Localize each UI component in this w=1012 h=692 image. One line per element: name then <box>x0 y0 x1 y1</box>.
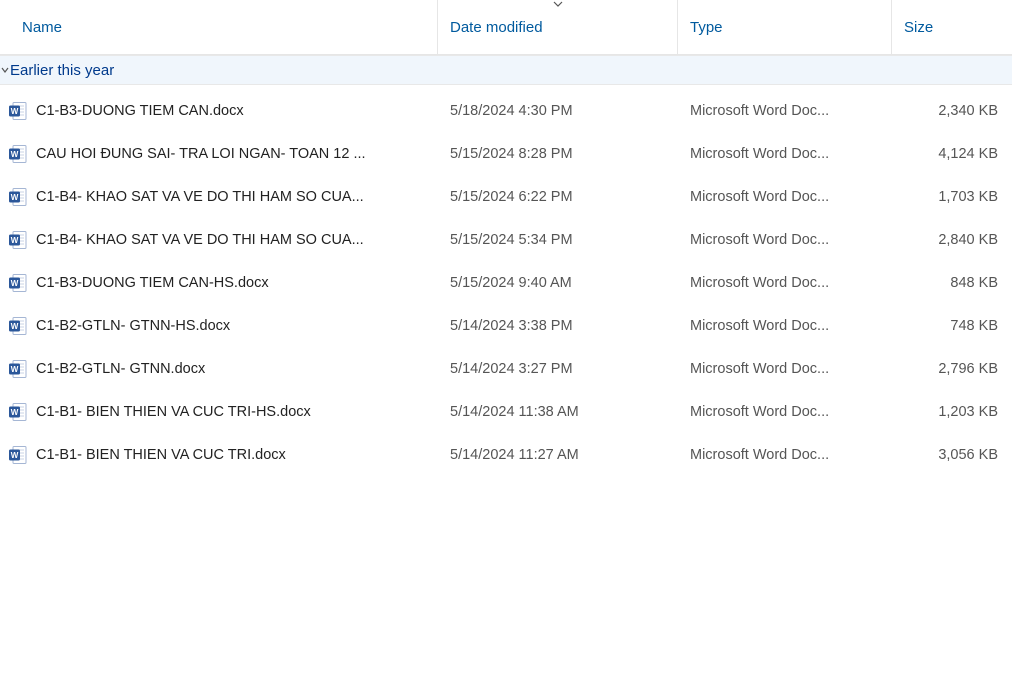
file-row[interactable]: W CAU HOI ĐUNG SAI- TRA LOI NGAN- TOAN 1… <box>0 132 1012 175</box>
file-cell-size: 748 KB <box>892 318 1012 334</box>
file-cell-size: 2,796 KB <box>892 361 1012 377</box>
svg-text:W: W <box>11 451 19 460</box>
file-name-label: C1-B2-GTLN- GTNN-HS.docx <box>36 318 230 334</box>
file-name-label: CAU HOI ĐUNG SAI- TRA LOI NGAN- TOAN 12 … <box>36 146 366 162</box>
file-cell-type: Microsoft Word Doc... <box>678 103 892 119</box>
file-cell-type: Microsoft Word Doc... <box>678 447 892 463</box>
column-header-size-label: Size <box>904 19 933 36</box>
file-cell-date: 5/14/2024 11:27 AM <box>438 447 678 463</box>
file-cell-size: 1,203 KB <box>892 404 1012 420</box>
word-document-icon: W <box>8 359 28 379</box>
column-header-name[interactable]: Name <box>0 0 438 54</box>
file-row[interactable]: W C1-B4- KHAO SAT VA VE DO THI HAM SO CU… <box>0 218 1012 261</box>
svg-text:W: W <box>11 408 19 417</box>
svg-text:W: W <box>11 236 19 245</box>
file-cell-date: 5/15/2024 5:34 PM <box>438 232 678 248</box>
file-explorer: Name Date modified Type Size Earlier thi… <box>0 0 1012 692</box>
column-header-date-label: Date modified <box>450 19 543 36</box>
column-header-date[interactable]: Date modified <box>438 0 678 54</box>
file-cell-name: W C1-B1- BIEN THIEN VA CUC TRI-HS.docx <box>0 402 438 422</box>
file-cell-size: 4,124 KB <box>892 146 1012 162</box>
file-row[interactable]: W C1-B1- BIEN THIEN VA CUC TRI.docx5/14/… <box>0 433 1012 476</box>
file-cell-type: Microsoft Word Doc... <box>678 404 892 420</box>
file-name-label: C1-B4- KHAO SAT VA VE DO THI HAM SO CUA.… <box>36 189 364 205</box>
column-header-type-label: Type <box>690 19 723 36</box>
svg-text:W: W <box>11 322 19 331</box>
file-cell-type: Microsoft Word Doc... <box>678 275 892 291</box>
word-document-icon: W <box>8 144 28 164</box>
column-header-size[interactable]: Size <box>892 0 1012 54</box>
group-header-label: Earlier this year <box>10 62 114 79</box>
group-header-earlier-this-year[interactable]: Earlier this year <box>0 55 1012 85</box>
word-document-icon: W <box>8 273 28 293</box>
file-list: W C1-B3-DUONG TIEM CAN.docx5/18/2024 4:3… <box>0 85 1012 476</box>
file-cell-date: 5/18/2024 4:30 PM <box>438 103 678 119</box>
file-name-label: C1-B3-DUONG TIEM CAN.docx <box>36 103 244 119</box>
svg-text:W: W <box>11 150 19 159</box>
svg-text:W: W <box>11 279 19 288</box>
file-cell-date: 5/15/2024 8:28 PM <box>438 146 678 162</box>
file-cell-name: W C1-B4- KHAO SAT VA VE DO THI HAM SO CU… <box>0 187 438 207</box>
file-cell-size: 2,340 KB <box>892 103 1012 119</box>
file-cell-name: W C1-B1- BIEN THIEN VA CUC TRI.docx <box>0 445 438 465</box>
sort-indicator-icon <box>553 0 563 10</box>
file-row[interactable]: W C1-B4- KHAO SAT VA VE DO THI HAM SO CU… <box>0 175 1012 218</box>
file-row[interactable]: W C1-B1- BIEN THIEN VA CUC TRI-HS.docx5/… <box>0 390 1012 433</box>
file-row[interactable]: W C1-B3-DUONG TIEM CAN.docx5/18/2024 4:3… <box>0 89 1012 132</box>
file-cell-size: 848 KB <box>892 275 1012 291</box>
file-cell-date: 5/14/2024 11:38 AM <box>438 404 678 420</box>
file-name-label: C1-B3-DUONG TIEM CAN-HS.docx <box>36 275 269 291</box>
file-cell-name: W C1-B3-DUONG TIEM CAN-HS.docx <box>0 273 438 293</box>
file-cell-size: 1,703 KB <box>892 189 1012 205</box>
file-cell-type: Microsoft Word Doc... <box>678 318 892 334</box>
file-cell-size: 3,056 KB <box>892 447 1012 463</box>
svg-text:W: W <box>11 365 19 374</box>
file-cell-date: 5/15/2024 6:22 PM <box>438 189 678 205</box>
svg-text:W: W <box>11 107 19 116</box>
word-document-icon: W <box>8 402 28 422</box>
file-cell-name: W CAU HOI ĐUNG SAI- TRA LOI NGAN- TOAN 1… <box>0 144 438 164</box>
file-row[interactable]: W C1-B3-DUONG TIEM CAN-HS.docx5/15/2024 … <box>0 261 1012 304</box>
file-cell-type: Microsoft Word Doc... <box>678 189 892 205</box>
svg-text:W: W <box>11 193 19 202</box>
file-name-label: C1-B1- BIEN THIEN VA CUC TRI-HS.docx <box>36 404 311 420</box>
file-cell-name: W C1-B4- KHAO SAT VA VE DO THI HAM SO CU… <box>0 230 438 250</box>
word-document-icon: W <box>8 445 28 465</box>
word-document-icon: W <box>8 316 28 336</box>
file-cell-type: Microsoft Word Doc... <box>678 232 892 248</box>
file-name-label: C1-B4- KHAO SAT VA VE DO THI HAM SO CUA.… <box>36 232 364 248</box>
file-cell-name: W C1-B2-GTLN- GTNN-HS.docx <box>0 316 438 336</box>
file-cell-name: W C1-B3-DUONG TIEM CAN.docx <box>0 101 438 121</box>
chevron-down-icon <box>0 66 10 74</box>
word-document-icon: W <box>8 187 28 207</box>
file-cell-date: 5/14/2024 3:27 PM <box>438 361 678 377</box>
file-name-label: C1-B1- BIEN THIEN VA CUC TRI.docx <box>36 447 286 463</box>
file-cell-name: W C1-B2-GTLN- GTNN.docx <box>0 359 438 379</box>
file-cell-type: Microsoft Word Doc... <box>678 146 892 162</box>
file-row[interactable]: W C1-B2-GTLN- GTNN.docx5/14/2024 3:27 PM… <box>0 347 1012 390</box>
file-cell-type: Microsoft Word Doc... <box>678 361 892 377</box>
file-row[interactable]: W C1-B2-GTLN- GTNN-HS.docx5/14/2024 3:38… <box>0 304 1012 347</box>
column-header-row: Name Date modified Type Size <box>0 0 1012 55</box>
word-document-icon: W <box>8 101 28 121</box>
file-cell-date: 5/15/2024 9:40 AM <box>438 275 678 291</box>
word-document-icon: W <box>8 230 28 250</box>
column-header-type[interactable]: Type <box>678 0 892 54</box>
file-cell-date: 5/14/2024 3:38 PM <box>438 318 678 334</box>
column-header-name-label: Name <box>22 19 62 36</box>
file-cell-size: 2,840 KB <box>892 232 1012 248</box>
file-name-label: C1-B2-GTLN- GTNN.docx <box>36 361 205 377</box>
